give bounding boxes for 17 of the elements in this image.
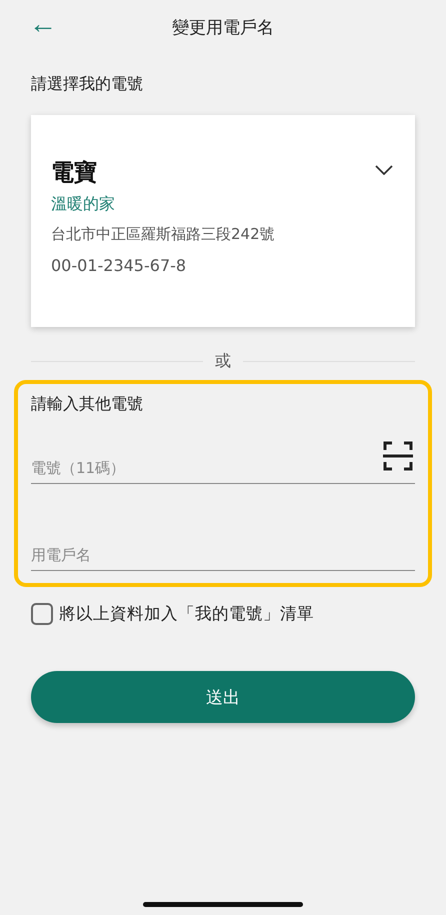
section-label: 請輸入其他電號	[31, 394, 144, 415]
submit-button[interactable]: 送出	[31, 671, 415, 723]
account-number: 00-01-2345-67-8	[51, 256, 188, 275]
section-label: 請選擇我的電號	[31, 74, 144, 95]
back-button[interactable]: ←	[29, 9, 57, 39]
input-field[interactable]: 電號（11碼）	[31, 453, 383, 483]
checkbox[interactable]	[31, 603, 53, 625]
scan-icon[interactable]	[383, 441, 413, 471]
chevron-down-icon[interactable]	[375, 165, 393, 175]
page-title: 變更用電戶名	[172, 16, 274, 38]
account-name: 電寶	[51, 159, 97, 188]
or-divider-label: 或	[215, 351, 231, 372]
input-field[interactable]: 用電戶名	[31, 540, 415, 570]
account-nickname: 溫暖的家	[51, 194, 116, 215]
account-address: 台北市中正區羅斯福路三段242號	[51, 225, 276, 244]
checkbox-label: 將以上資料加入「我的電號」清單	[59, 603, 314, 625]
account-card[interactable]: 電寶 溫暖的家 台北市中正區羅斯福路三段242號 00-01-2345-67-8	[31, 115, 415, 327]
